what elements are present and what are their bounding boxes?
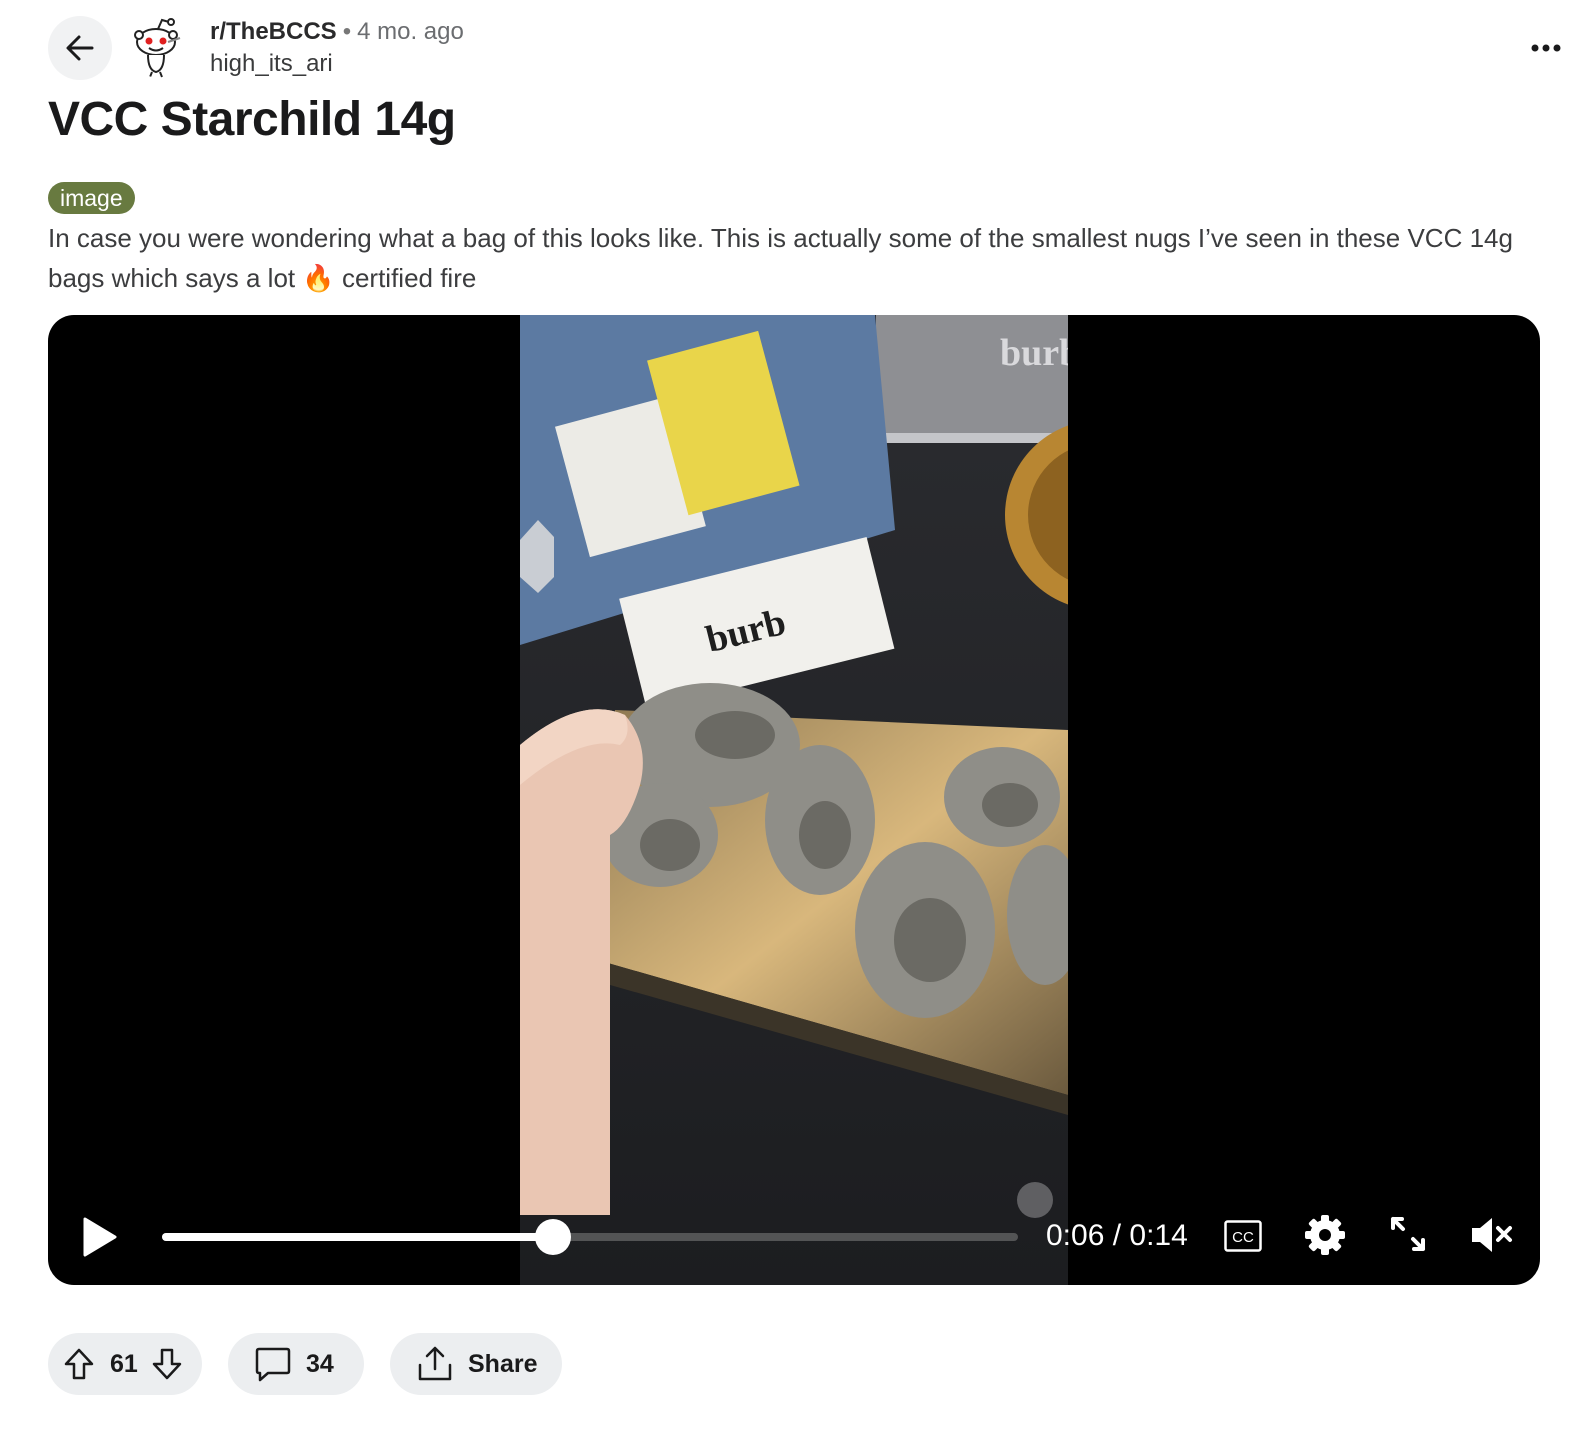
expand-icon (1391, 1217, 1425, 1251)
video-progress-fill (162, 1233, 554, 1241)
play-button[interactable] (78, 1215, 122, 1259)
share-icon-wrap (416, 1345, 454, 1383)
author-link[interactable]: high_its_ari (210, 50, 333, 78)
video-progress-bar[interactable] (162, 1219, 1018, 1255)
play-icon (83, 1217, 117, 1257)
closed-captions-icon: CC (1224, 1220, 1262, 1252)
video-scrubber-handle[interactable] (535, 1219, 572, 1255)
snoo-avatar-icon (128, 14, 192, 78)
post-flair[interactable]: image (48, 182, 135, 214)
box-brand-text: burb (1000, 332, 1068, 374)
subreddit-link[interactable]: r/TheBCCS (210, 18, 337, 45)
comments-button[interactable]: 34 (228, 1333, 364, 1395)
share-button[interactable]: Share (390, 1333, 562, 1395)
post-meta: r/TheBCCS • 4 mo. ago (210, 18, 464, 46)
vote-count: 61 (110, 1349, 138, 1378)
downvote-arrow-icon (152, 1348, 182, 1380)
arrow-left-icon (66, 35, 94, 61)
upvote-arrow-icon (64, 1348, 94, 1380)
more-options-button[interactable] (1526, 28, 1566, 68)
video-time-readout: 0:06 / 0:14 (1046, 1219, 1188, 1252)
video-current-time: 0:06 (1046, 1219, 1105, 1252)
vote-bar: 61 (48, 1333, 202, 1395)
settings-button[interactable] (1303, 1213, 1347, 1257)
share-label: Share (468, 1349, 538, 1378)
downvote-button[interactable] (152, 1348, 182, 1380)
mute-button[interactable] (1468, 1211, 1516, 1259)
video-frame: burb burb (520, 315, 1068, 1285)
meta-separator: • (342, 18, 352, 45)
video-player[interactable]: burb burb (48, 315, 1540, 1285)
post-age: 4 mo. ago (357, 18, 464, 45)
comment-count: 34 (306, 1349, 334, 1378)
post-title: VCC Starchild 14g (48, 93, 456, 146)
captions-button[interactable]: CC (1222, 1217, 1264, 1255)
comment-bubble-icon (255, 1347, 291, 1382)
share-icon (418, 1346, 452, 1381)
upvote-button[interactable] (64, 1348, 94, 1380)
fullscreen-button[interactable] (1387, 1213, 1429, 1255)
video-duration: 0:14 (1129, 1219, 1188, 1252)
volume-muted-icon (1472, 1218, 1512, 1252)
comment-icon-wrap (254, 1345, 292, 1383)
back-button[interactable] (48, 16, 112, 80)
gear-icon (1305, 1215, 1345, 1255)
captions-label: CC (1232, 1229, 1254, 1246)
subreddit-avatar[interactable] (128, 14, 192, 78)
post-body: In case you were wondering what a bag of… (48, 223, 1513, 293)
more-horizontal-icon (1531, 44, 1561, 52)
